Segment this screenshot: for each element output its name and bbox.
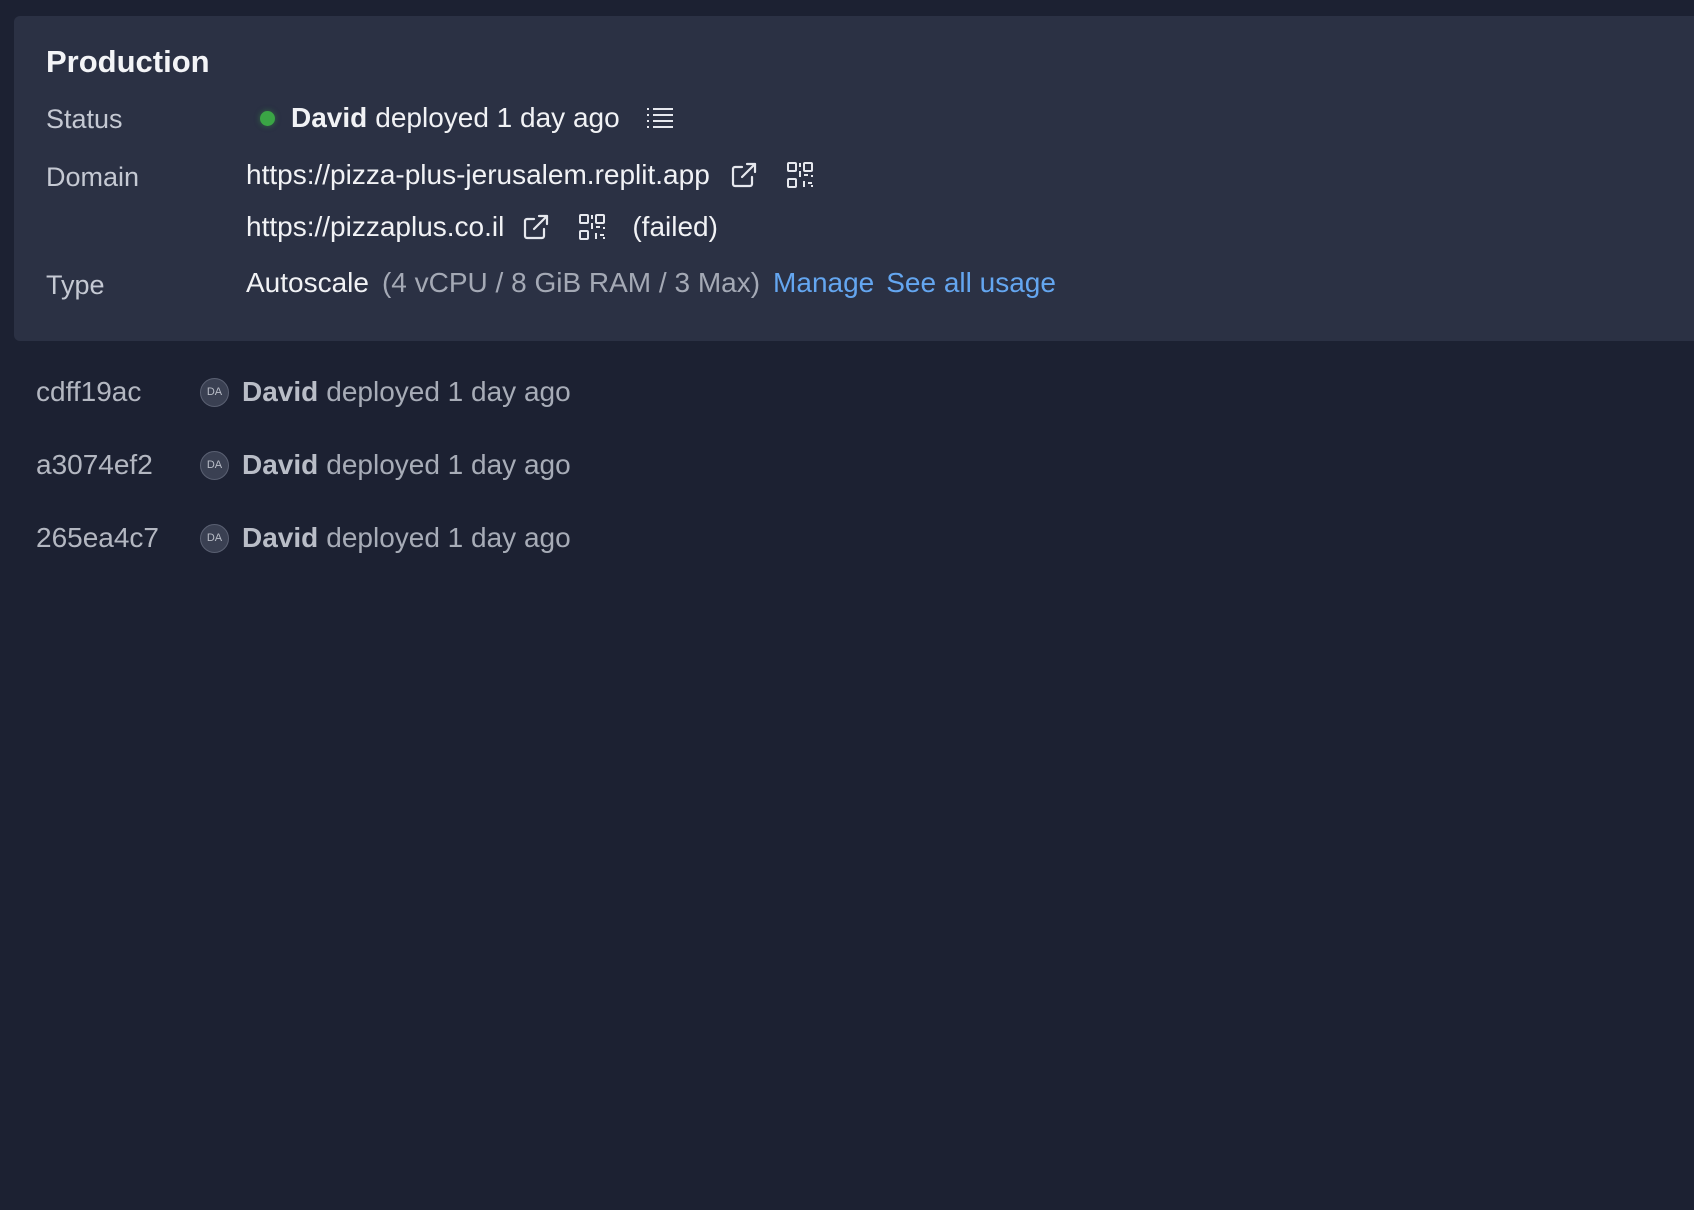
status-user: David <box>291 102 368 133</box>
deployment-user: David <box>242 522 319 553</box>
external-link-icon[interactable] <box>730 161 758 189</box>
deployment-text: deployed 1 day ago <box>326 376 571 407</box>
list-icon[interactable] <box>646 105 674 131</box>
deployment-text: deployed 1 day ago <box>326 522 571 553</box>
qr-code-icon[interactable] <box>578 213 606 241</box>
domain-url[interactable]: https://pizza-plus-jerusalem.replit.app <box>246 159 710 191</box>
external-link-icon[interactable] <box>522 213 550 241</box>
deployment-user: David <box>242 376 319 407</box>
domain-label: Domain <box>46 162 140 192</box>
avatar: DA <box>200 450 229 480</box>
domain-row-2: https://pizzaplus.co.il (failed) <box>246 211 718 243</box>
deployment-row[interactable]: cdff19ac DA David deployed 1 day ago <box>36 376 571 408</box>
deployment-hash: a3074ef2 <box>36 449 153 480</box>
qr-code-icon[interactable] <box>786 161 814 189</box>
deployment-text: deployed 1 day ago <box>326 449 571 480</box>
deployments-page: Production Status David deployed 1 day a… <box>0 0 1694 1210</box>
type-spec: (4 vCPU / 8 GiB RAM / 3 Max) <box>381 267 761 298</box>
type-name: Autoscale <box>246 267 369 298</box>
deployment-row[interactable]: a3074ef2 DA David deployed 1 day ago <box>36 449 571 481</box>
status-label: Status <box>46 104 123 134</box>
domain-row-1: https://pizza-plus-jerusalem.replit.app <box>246 159 814 191</box>
status-dot-icon <box>260 110 275 126</box>
deployment-hash: cdff19ac <box>36 376 142 407</box>
card-title: Production <box>46 44 210 79</box>
see-all-usage-link[interactable]: See all usage <box>886 267 1056 299</box>
deployment-row[interactable]: 265ea4c7 DA David deployed 1 day ago <box>36 522 571 554</box>
status-text: deployed 1 day ago <box>375 102 620 133</box>
domain-url[interactable]: https://pizzaplus.co.il <box>246 211 504 243</box>
production-card: Production Status David deployed 1 day a… <box>14 16 1694 341</box>
type-value: Autoscale (4 vCPU / 8 GiB RAM / 3 Max) M… <box>246 267 1056 299</box>
status-value: David deployed 1 day ago <box>246 102 674 134</box>
avatar: DA <box>200 523 229 553</box>
manage-link[interactable]: Manage <box>773 267 874 299</box>
type-label: Type <box>46 270 105 300</box>
domain-status-note: (failed) <box>632 211 718 242</box>
avatar: DA <box>200 377 229 407</box>
deployment-hash: 265ea4c7 <box>36 522 160 553</box>
deployment-user: David <box>242 449 319 480</box>
